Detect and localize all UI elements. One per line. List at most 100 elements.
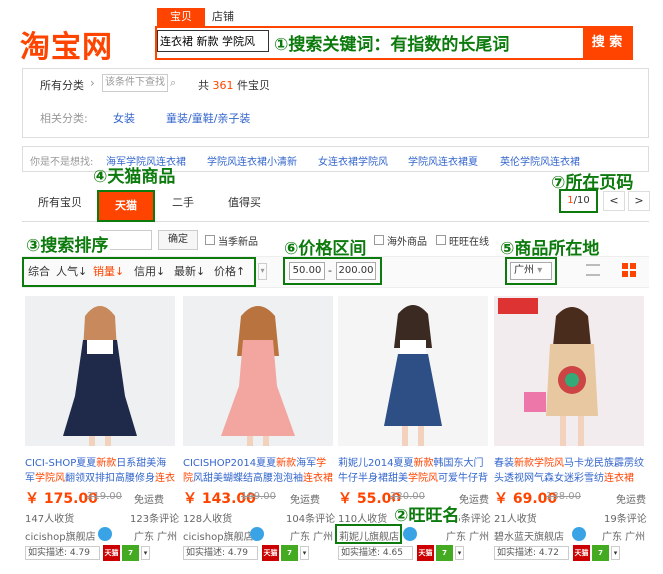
seven-day-return-icon: 7 xyxy=(592,545,609,561)
arrow-down-icon: ↓ xyxy=(115,265,125,278)
tab-shops[interactable]: 店铺 xyxy=(212,8,234,26)
count-suffix: 件宝贝 xyxy=(237,79,270,92)
all-categories-label[interactable]: 所有分类 xyxy=(40,77,84,93)
product-image[interactable] xyxy=(25,296,175,446)
price-min-input[interactable]: 50.00 xyxy=(289,262,325,280)
grid-view-icon[interactable] xyxy=(622,263,636,277)
related-women[interactable]: 女装 xyxy=(113,110,135,126)
shop-name[interactable]: cicishop旗舰店 xyxy=(25,528,96,543)
title-part: 马卡龙民族霹雳纹 xyxy=(564,458,644,469)
shop-name[interactable]: 莉妮儿旗舰店 xyxy=(339,528,399,543)
suggest-item[interactable]: 英伦学院风连衣裙 xyxy=(500,153,580,168)
title-keyword: 学院风 xyxy=(534,458,564,469)
sort-credit[interactable]: 信用↓ xyxy=(134,264,165,280)
chevron-down-icon[interactable]: ▾ xyxy=(611,546,620,560)
seven-day-return-icon: 7 xyxy=(281,545,298,561)
online-checkbox[interactable] xyxy=(436,235,446,245)
price-max-input[interactable]: 200.00 xyxy=(336,262,376,280)
shop-location: 广东 广州 xyxy=(290,532,334,543)
search-input[interactable]: 连衣裙 新款 学院风 xyxy=(157,30,269,52)
tab-items[interactable]: 宝贝 xyxy=(157,8,205,26)
chevron-down-icon[interactable]: ▾ xyxy=(455,546,464,560)
list-view-icon[interactable] xyxy=(586,264,600,276)
sort-popularity-label: 人气 xyxy=(56,265,78,278)
prev-page-button[interactable]: < xyxy=(603,191,625,211)
product-title[interactable]: CICISHOP2014夏夏新款海军学院风甜美蝴蝶结高腰泡泡袖连衣裙15 xyxy=(183,456,333,486)
product-image[interactable] xyxy=(338,296,488,446)
sold-count: 147人收货 xyxy=(25,514,75,525)
title-keyword: 学院风 xyxy=(408,473,438,484)
sold-count: 128人收货 xyxy=(183,514,233,525)
rating-select[interactable]: 如实描述: 4.79 xyxy=(25,546,100,560)
review-count[interactable]: 104条评论 xyxy=(286,510,335,525)
product-title[interactable]: 春装新款学院风马卡龙民族霹雳纹头透视网气森女迷彩雪纺连衣裙 xyxy=(494,456,644,486)
sort-sales[interactable]: 销量↓ xyxy=(93,264,124,280)
product-image[interactable] xyxy=(494,296,644,446)
review-count[interactable]: 19条评论 xyxy=(604,510,647,525)
filter-search-input[interactable]: 该条件下查找 xyxy=(102,74,168,92)
new-checkbox[interactable] xyxy=(205,235,215,245)
related-label: 相关分类: xyxy=(40,112,88,125)
search-icon[interactable]: ⌕ xyxy=(170,76,176,90)
suggest-item[interactable]: 女连衣裙学院风 xyxy=(318,153,388,168)
review-count[interactable]: 123条评论 xyxy=(130,510,179,525)
shop-name[interactable]: 碧水蓝天旗舰店 xyxy=(494,528,564,543)
tab-worth-buying[interactable]: 值得买 xyxy=(228,188,261,218)
free-shipping: 免运费 xyxy=(134,495,164,506)
annotation-sort: ③搜索排序 xyxy=(26,231,111,256)
location-select[interactable]: 广州 ▾ xyxy=(510,262,552,280)
product-title[interactable]: 莉妮儿2014夏夏新款韩国东大门牛仔半身裙甜美学院风可爱牛仔背带裙 xyxy=(338,456,488,486)
taobao-logo[interactable]: 淘宝网 xyxy=(20,22,113,66)
title-keyword: 新款 xyxy=(413,458,434,469)
title-keyword: 学院风 xyxy=(35,473,65,484)
search-button[interactable]: 搜 索 xyxy=(583,28,631,58)
chevron-down-icon[interactable]: ▾ xyxy=(300,546,309,560)
page-total: /10 xyxy=(573,195,590,206)
confirm-button[interactable]: 确定 xyxy=(158,230,198,250)
wangwang-icon[interactable] xyxy=(403,527,417,541)
sort-default[interactable]: 综合 xyxy=(28,264,50,280)
sort-popularity[interactable]: 人气↓ xyxy=(56,264,87,280)
product-title[interactable]: CICI-SHOP夏夏新款日系甜美海军学院风翻领双排扣高腰修身连衣裙 xyxy=(25,456,175,486)
count-prefix: 共 xyxy=(198,79,209,92)
tab-tmall[interactable]: 天猫 xyxy=(97,190,155,222)
chevron-right-icon: › xyxy=(90,76,95,90)
rating-select[interactable]: 如实描述: 4.72 xyxy=(494,546,569,560)
overseas-checkbox[interactable] xyxy=(374,235,384,245)
sort-newest[interactable]: 最新↓ xyxy=(174,264,205,280)
count-number: 361 xyxy=(212,79,234,92)
tmall-badge-icon: 天猫 xyxy=(262,545,279,561)
tab-all-items[interactable]: 所有宝贝 xyxy=(38,188,82,218)
tab-second-hand[interactable]: 二手 xyxy=(172,188,194,218)
price-dash: - xyxy=(328,264,332,277)
sort-price-label: 价格 xyxy=(214,265,236,278)
suggest-label: 你是不是想找: xyxy=(30,157,94,168)
title-keyword: 新款 xyxy=(276,458,297,469)
dropdown-icon[interactable]: ▾ xyxy=(258,263,267,280)
suggest-item[interactable]: 学院风连衣裙小清新 xyxy=(207,153,297,168)
chevron-down-icon[interactable]: ▾ xyxy=(141,546,150,560)
chevron-down-icon: ▾ xyxy=(537,265,543,276)
related-kids[interactable]: 童装/童鞋/亲子装 xyxy=(166,110,250,126)
title-part: 莉妮儿2014夏夏 xyxy=(338,458,414,469)
title-part: 风甜美蝴蝶结高腰泡泡袖 xyxy=(193,473,303,484)
shop-location: 广东 广州 xyxy=(134,532,178,543)
seven-day-return-icon: 7 xyxy=(122,545,139,561)
original-price: 138.00 xyxy=(546,491,581,502)
wangwang-icon[interactable] xyxy=(250,527,264,541)
wangwang-icon[interactable] xyxy=(572,527,586,541)
title-part: CICI-SHOP夏夏 xyxy=(25,458,97,469)
shop-name[interactable]: cicishop旗舰店 xyxy=(183,528,254,543)
title-part: 半身裙甜美 xyxy=(358,473,408,484)
next-page-button[interactable]: > xyxy=(628,191,650,211)
wangwang-icon[interactable] xyxy=(98,527,112,541)
suggest-item[interactable]: 学院风连衣裙夏 xyxy=(408,153,478,168)
tmall-badge-icon: 天猫 xyxy=(103,545,120,561)
sort-price[interactable]: 价格↑ xyxy=(214,264,245,280)
shop-location: 广东 广州 xyxy=(446,532,490,543)
product-image[interactable] xyxy=(183,296,333,446)
rating-select[interactable]: 如实描述: 4.79 xyxy=(183,546,258,560)
rating-select[interactable]: 如实描述: 4.65 xyxy=(338,546,413,560)
original-price: 219.00 xyxy=(87,491,122,502)
sort-sales-label: 销量 xyxy=(93,265,115,278)
